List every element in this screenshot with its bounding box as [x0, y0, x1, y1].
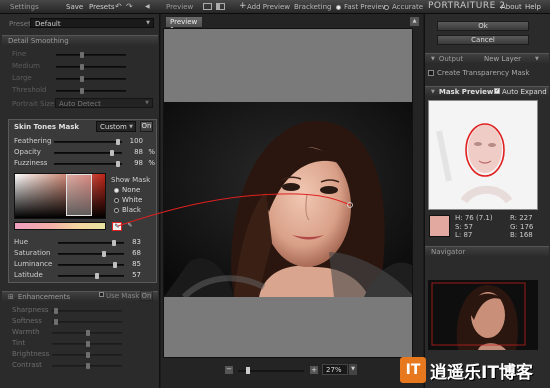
readout-g: G: 176 — [510, 223, 534, 231]
readout-b: B: 168 — [510, 231, 533, 239]
zoom-slider-track[interactable] — [238, 367, 304, 374]
mask-preview-title: Mask Preview — [438, 88, 494, 96]
zoom-slider-knob[interactable] — [246, 367, 250, 374]
navigator-header[interactable]: Navigator — [425, 246, 549, 257]
mask-preview-image — [428, 100, 538, 210]
zoom-level-dropdown[interactable]: 27% — [322, 364, 348, 375]
cancel-button[interactable]: Cancel — [437, 35, 529, 45]
chevron-down-icon: ▼ — [431, 56, 435, 62]
watermark-logo: IT 逍遥乐IT博客 — [400, 355, 548, 385]
chevron-down-icon[interactable]: ▼ — [349, 364, 357, 375]
auto-expand-label: Auto Expand — [502, 88, 547, 96]
zoom-in-button[interactable]: + — [310, 366, 318, 374]
transparency-label: Create Transparency Mask — [437, 69, 530, 77]
ok-button[interactable]: Ok — [437, 21, 529, 31]
output-value[interactable]: New Layer — [484, 55, 521, 63]
navigator-photo — [428, 280, 538, 350]
watermark-text: 逍遥乐IT博客 — [430, 362, 533, 383]
zoom-out-button[interactable]: − — [225, 366, 233, 374]
readout-h: H: 76 (7.1) — [455, 214, 493, 222]
navigator-title: Navigator — [431, 248, 466, 256]
ok-label: Ok — [478, 22, 488, 30]
auto-expand-checkbox[interactable]: ✓ — [494, 88, 500, 94]
mask-color-swatch — [429, 215, 450, 237]
zoom-value: 27% — [326, 366, 342, 374]
cancel-label: Cancel — [471, 36, 495, 44]
chevron-down-icon[interactable]: ▼ — [535, 56, 539, 62]
zoom-bar — [161, 362, 423, 388]
output-title: Output — [438, 55, 464, 63]
navigator-thumbnail[interactable] — [428, 280, 538, 350]
transparency-checkbox[interactable] — [428, 70, 434, 76]
readout-r: R: 227 — [510, 214, 533, 222]
readout-s: S: 57 — [455, 223, 473, 231]
it-logo-icon: IT — [400, 357, 426, 383]
chevron-down-icon: ▼ — [431, 89, 435, 95]
readout-l: L: 87 — [455, 231, 473, 239]
mask-thumbnail — [429, 101, 537, 209]
